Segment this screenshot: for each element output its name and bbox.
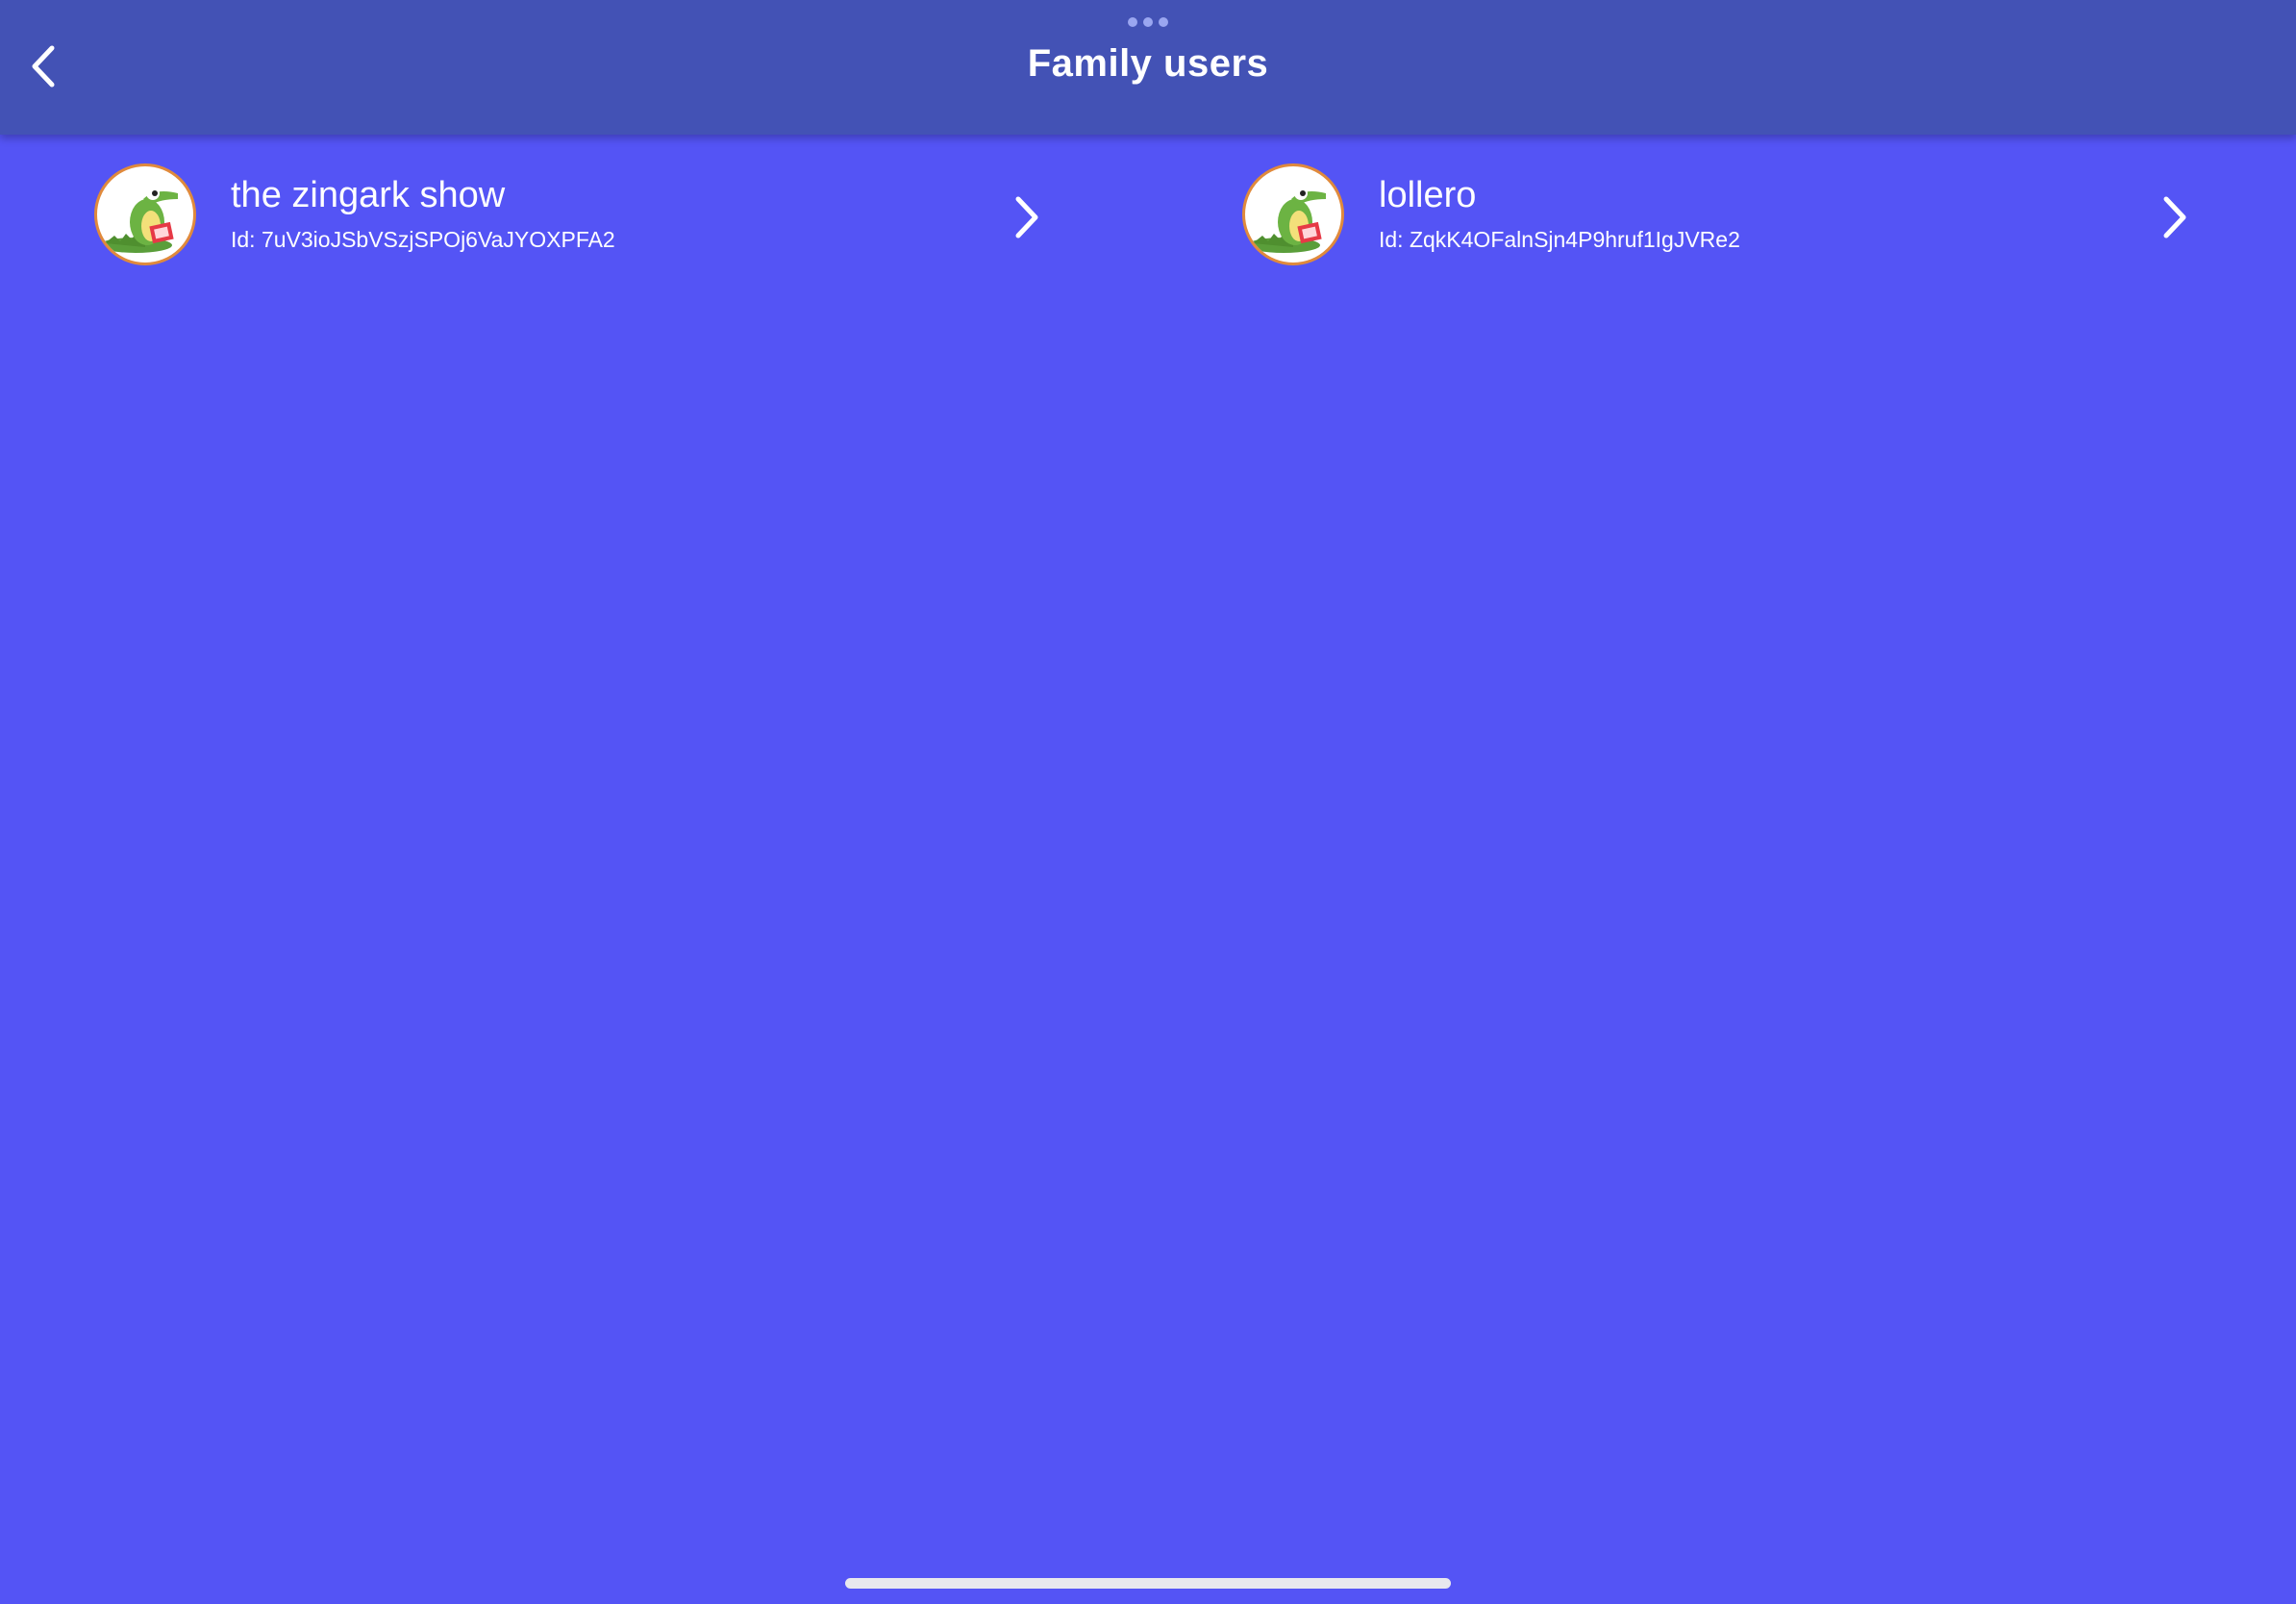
crocodile-avatar-icon (1242, 163, 1344, 265)
top-bar: Family users (0, 0, 2296, 135)
user-name: the zingark show (231, 175, 506, 215)
user-id: Id: 7uV3ioJSbVSzjSPOj6VaJYOXPFA2 (231, 227, 615, 252)
list-item-user[interactable]: lollero Id: ZqkK4OFalnSjn4P9hruf1IgJVRe2 (1242, 163, 2204, 269)
user-id: Id: ZqkK4OFalnSjn4P9hruf1IgJVRe2 (1379, 227, 1740, 252)
chevron-right-icon[interactable] (2156, 192, 2194, 242)
chevron-right-icon[interactable] (1008, 192, 1046, 242)
home-indicator[interactable] (845, 1578, 1451, 1589)
user-name: lollero (1379, 175, 1477, 215)
more-dots-icon[interactable] (1128, 17, 1168, 27)
crocodile-avatar-icon (94, 163, 196, 265)
list-item-user[interactable]: the zingark show Id: 7uV3ioJSbVSzjSPOj6V… (94, 163, 1056, 269)
family-users-screen: Family users the zingark show Id: 7uV3io… (0, 0, 2296, 1604)
page-title: Family users (1027, 42, 1269, 85)
